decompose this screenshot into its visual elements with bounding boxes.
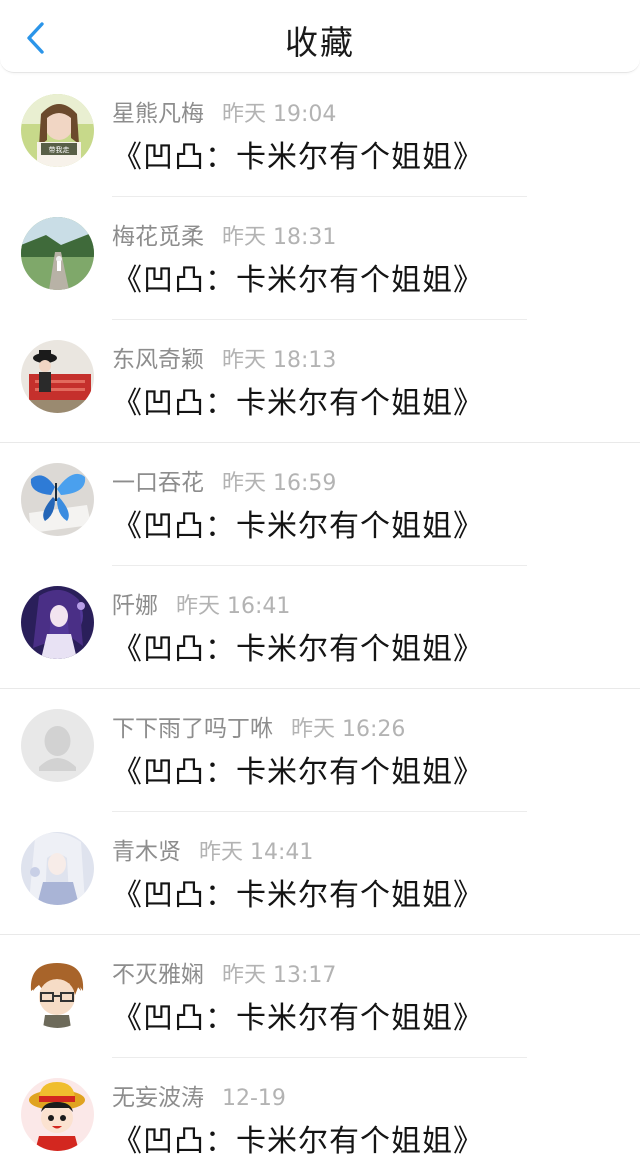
message-text: 《凹凸：卡米尔有个姐姐》 (112, 1124, 484, 1159)
list-item[interactable]: 不灭雅娴 昨天 13:17 《凹凸：卡米尔有个姐姐》 (0, 935, 640, 1058)
list-item[interactable]: 东风奇颖 昨天 18:13 《凹凸：卡米尔有个姐姐》 (0, 320, 640, 443)
timestamp: 昨天 14:41 (199, 840, 314, 865)
timestamp: 昨天 13:17 (222, 963, 337, 988)
avatar-caption: 带我走 (49, 145, 70, 154)
avatar[interactable] (21, 340, 94, 413)
timestamp: 昨天 16:41 (176, 594, 291, 619)
avatar[interactable] (21, 709, 94, 782)
timestamp: 昨天 16:59 (222, 471, 337, 496)
avatar[interactable] (21, 832, 94, 905)
sender-name: 梅花觅柔 (112, 224, 204, 250)
list-item[interactable]: 下下雨了吗丁咻 昨天 16:26 《凹凸：卡米尔有个姐姐》 (0, 689, 640, 812)
sender-name: 阡娜 (112, 593, 158, 619)
timestamp: 昨天 16:26 (291, 717, 406, 742)
message-text: 《凹凸：卡米尔有个姐姐》 (112, 632, 484, 667)
nav-header: 收藏 (0, 0, 640, 73)
sender-name: 无妄波涛 (112, 1085, 204, 1111)
timestamp: 12-19 (222, 1086, 286, 1111)
sender-name: 东风奇颖 (112, 347, 204, 373)
list-item[interactable]: 无妄波涛 12-19 《凹凸：卡米尔有个姐姐》 (0, 1058, 640, 1174)
sender-name: 下下雨了吗丁咻 (112, 716, 273, 742)
sender-name: 不灭雅娴 (112, 962, 204, 988)
message-text: 《凹凸：卡米尔有个姐姐》 (112, 1001, 484, 1036)
avatar[interactable] (21, 463, 94, 536)
timestamp: 昨天 19:04 (222, 102, 337, 127)
page-title: 收藏 (285, 23, 355, 62)
sender-name: 星熊凡梅 (112, 101, 204, 127)
sender-name: 青木贤 (112, 839, 181, 865)
timestamp: 昨天 18:13 (222, 348, 337, 373)
message-text: 《凹凸：卡米尔有个姐姐》 (112, 509, 484, 544)
list-item[interactable]: 一口吞花 昨天 16:59 《凹凸：卡米尔有个姐姐》 (0, 443, 640, 566)
default-avatar-icon (21, 709, 94, 782)
avatar[interactable] (21, 586, 94, 659)
list-item[interactable]: 梅花觅柔 昨天 18:31 《凹凸：卡米尔有个姐姐》 (0, 197, 640, 320)
message-text: 《凹凸：卡米尔有个姐姐》 (112, 140, 484, 175)
favorites-list: 带我走 星熊凡梅 昨天 19:04 《凹凸：卡米尔有个姐姐》 梅花觅柔 昨天 1… (0, 74, 640, 1174)
sender-name: 一口吞花 (112, 470, 204, 496)
message-text: 《凹凸：卡米尔有个姐姐》 (112, 263, 484, 298)
list-item[interactable]: 带我走 星熊凡梅 昨天 19:04 《凹凸：卡米尔有个姐姐》 (0, 74, 640, 197)
message-text: 《凹凸：卡米尔有个姐姐》 (112, 386, 484, 421)
avatar[interactable] (21, 955, 94, 1028)
list-item[interactable]: 阡娜 昨天 16:41 《凹凸：卡米尔有个姐姐》 (0, 566, 640, 689)
avatar[interactable] (21, 217, 94, 290)
avatar[interactable]: 带我走 (21, 94, 94, 167)
avatar[interactable] (21, 1078, 94, 1151)
message-text: 《凹凸：卡米尔有个姐姐》 (112, 878, 484, 913)
list-item[interactable]: 青木贤 昨天 14:41 《凹凸：卡米尔有个姐姐》 (0, 812, 640, 935)
timestamp: 昨天 18:31 (222, 225, 337, 250)
message-text: 《凹凸：卡米尔有个姐姐》 (112, 755, 484, 790)
